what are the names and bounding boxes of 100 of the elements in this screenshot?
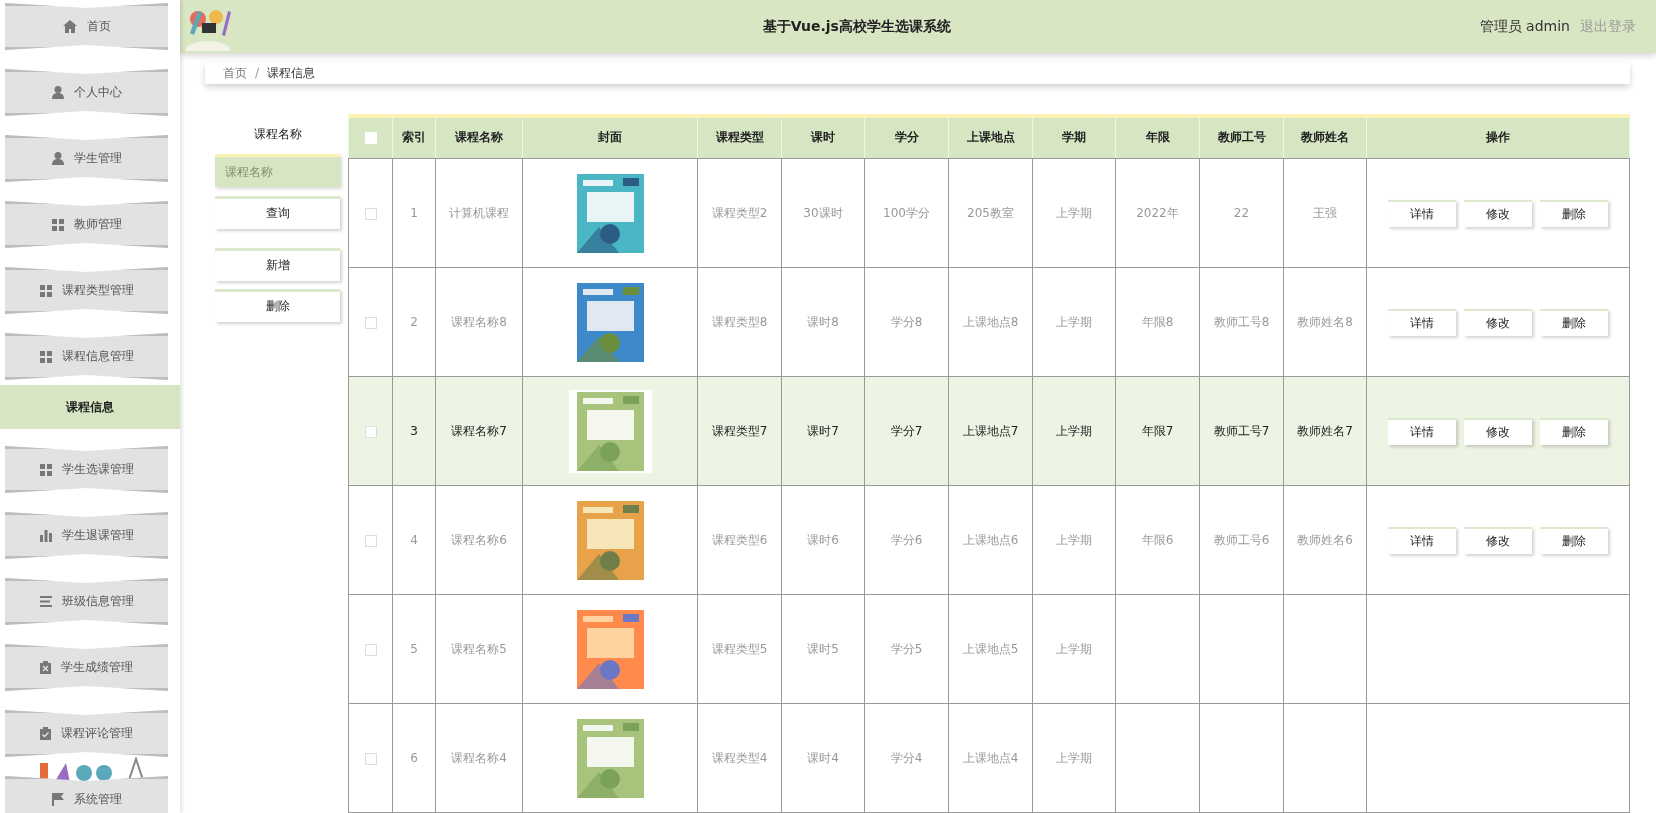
table-cell: 课程类型7 [697, 376, 782, 486]
column-header: 学期 [1032, 115, 1116, 159]
table-cell: 2 [392, 267, 436, 377]
menu-label: 个人中心 [73, 84, 122, 101]
row-action-button[interactable]: 详情 [1388, 199, 1456, 227]
list-icon [39, 596, 52, 607]
search-field[interactable]: 课程名称 [215, 153, 340, 187]
row-action-button[interactable]: 详情 [1388, 526, 1456, 554]
table-cell: 课时6 [781, 485, 865, 595]
row-action-button[interactable]: 详情 [1388, 308, 1456, 336]
breadcrumb-link[interactable]: 首页 [223, 64, 247, 82]
toolbar-button[interactable]: 新增 [215, 247, 340, 281]
select-all-checkbox[interactable] [364, 132, 377, 145]
table-cell: 课程名称6 [435, 485, 523, 595]
sidebar-menu-item[interactable]: 首页 [5, 3, 168, 50]
breadcrumb-separator: / [255, 66, 260, 81]
table-cell: 王强 [1283, 158, 1367, 268]
sidebar-menu-item[interactable]: 个人中心 [5, 69, 168, 116]
column-header: 上课地点 [948, 115, 1033, 159]
breadcrumb-link[interactable]: 课程信息 [267, 64, 316, 82]
row-action-button[interactable]: 删除 [1540, 199, 1608, 227]
row-checkbox[interactable] [364, 425, 377, 438]
table-cell: 2022年 [1115, 158, 1200, 268]
table-cell: 年限7 [1115, 376, 1200, 486]
table-cell: 教师姓名7 [1283, 376, 1367, 486]
table-cell: 课程名称5 [435, 594, 523, 704]
row-action-button[interactable]: 修改 [1464, 526, 1532, 554]
sidebar-menu-item[interactable]: 学生成绩管理 [5, 644, 168, 691]
sidebar-menu-item[interactable]: 教师管理 [5, 201, 168, 248]
sidebar-menu-item[interactable]: 课程信息管理 [5, 333, 168, 380]
sidebar-menu-item[interactable]: 课程评论管理 [5, 710, 168, 757]
column-header: 课程类型 [697, 115, 782, 159]
table-cell: 课程名称4 [435, 703, 523, 813]
table-cell: 年限8 [1115, 267, 1200, 377]
row-action-button[interactable]: 修改 [1464, 308, 1532, 336]
table-cell: 课程类型4 [697, 703, 782, 813]
row-action-button[interactable]: 详情 [1388, 417, 1456, 445]
grid-icon [51, 218, 64, 231]
row-checkbox[interactable] [364, 316, 377, 329]
bar-chart-icon [39, 529, 52, 542]
table-cell: 上学期 [1032, 267, 1116, 377]
grid-icon [39, 463, 52, 476]
table-cell: 学分8 [864, 267, 949, 377]
table-cell: 学分5 [864, 594, 949, 704]
user-icon [51, 152, 64, 165]
sidebar-menu-item[interactable]: 学生退课管理 [5, 512, 168, 559]
column-header: 教师工号 [1199, 115, 1284, 159]
flag-icon [51, 793, 64, 806]
sidebar-menu-item[interactable]: 班级信息管理 [5, 578, 168, 625]
table-cell: 上学期 [1032, 158, 1116, 268]
sidebar-subitem[interactable]: 课程信息 [0, 385, 180, 429]
menu-label: 学生管理 [73, 150, 122, 167]
table-cell: 上学期 [1032, 376, 1116, 486]
row-action-button[interactable]: 修改 [1464, 417, 1532, 445]
row-action-button[interactable]: 删除 [1540, 308, 1608, 336]
row-checkbox[interactable] [364, 207, 377, 220]
menu-label: 学生退课管理 [61, 527, 134, 544]
user-name: 管理员 admin [1479, 17, 1570, 36]
table-cell: 205教室 [948, 158, 1033, 268]
row-action-button[interactable]: 删除 [1540, 417, 1608, 445]
table-cell: 课时4 [781, 703, 865, 813]
column-header: 索引 [392, 115, 436, 159]
table-cell: 6 [392, 703, 436, 813]
column-header: 操作 [1366, 115, 1630, 159]
row-checkbox[interactable] [364, 752, 377, 765]
table-cell: 课程名称7 [435, 376, 523, 486]
column-header: 课程名称 [435, 115, 523, 159]
sidebar-menu-item[interactable]: 学生选课管理 [5, 446, 168, 493]
sidebar-menu-item[interactable]: 学生管理 [5, 135, 168, 182]
column-header: 课时 [781, 115, 865, 159]
table-cell: 22 [1199, 158, 1284, 268]
table-cell: 课时7 [781, 376, 865, 486]
row-action-button[interactable]: 删除 [1540, 526, 1608, 554]
table-cell: 5 [392, 594, 436, 704]
row-checkbox[interactable] [364, 643, 377, 656]
user-icon [51, 86, 64, 99]
table-cell: 年限6 [1115, 485, 1200, 595]
column-header: 年限 [1115, 115, 1200, 159]
row-checkbox[interactable] [364, 534, 377, 547]
column-header: 封面 [522, 115, 698, 159]
sidebar-menu-item[interactable]: 系统管理 [5, 776, 168, 813]
table-cell: 3 [392, 376, 436, 486]
toolbar-button[interactable]: 删除 [215, 288, 340, 322]
table-cell: 课程类型5 [697, 594, 782, 704]
clipboard-check-icon [40, 727, 51, 740]
grid-icon [39, 284, 52, 297]
menu-label: 教师管理 [73, 216, 122, 233]
table-cell: 上课地点8 [948, 267, 1033, 377]
table-cell: 学分6 [864, 485, 949, 595]
toolbar-button[interactable]: 查询 [215, 195, 340, 229]
menu-label: 课程信息管理 [61, 348, 134, 365]
table-cell: 计算机课程 [435, 158, 523, 268]
menu-label: 班级信息管理 [61, 593, 134, 610]
table-cell: 1 [392, 158, 436, 268]
grid-icon [39, 350, 52, 363]
row-action-button[interactable]: 修改 [1464, 199, 1532, 227]
menu-label: 学生成绩管理 [61, 659, 133, 676]
column-header: 教师姓名 [1283, 115, 1367, 159]
sidebar-menu-item[interactable]: 课程类型管理 [5, 267, 168, 314]
table-cell: 100学分 [864, 158, 949, 268]
